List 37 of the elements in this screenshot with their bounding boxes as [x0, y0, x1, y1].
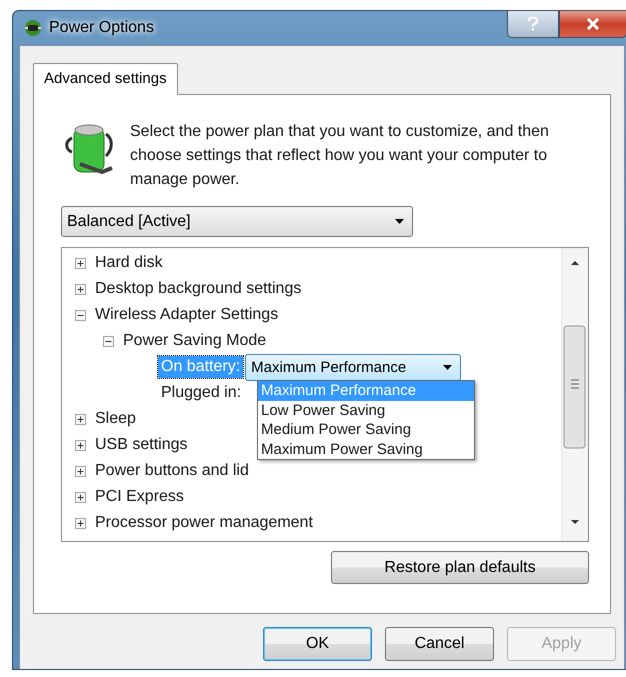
close-button[interactable] — [559, 10, 626, 38]
dropdown-arrow-icon — [443, 364, 452, 370]
expand-icon[interactable] — [75, 258, 86, 268]
dialog-button[interactable]: Cancel — [385, 627, 494, 661]
expand-icon[interactable] — [75, 414, 86, 424]
tree-item[interactable]: Wireless Adapter Settings — [95, 306, 278, 324]
tab[interactable]: Advanced settings — [33, 63, 178, 95]
collapse-icon[interactable] — [103, 336, 114, 346]
dropdown-arrow-icon — [395, 219, 404, 224]
setting-label[interactable]: Plugged in: — [158, 382, 244, 404]
intro-text: Select the power plan that you want to customize, and then choose settings that reflect how you want your computer to manage power. — [130, 122, 550, 190]
expand-icon[interactable] — [75, 492, 86, 502]
collapse-icon[interactable] — [75, 310, 86, 320]
dropdown-option[interactable]: Medium Power Saving — [258, 420, 474, 440]
tree-item[interactable]: Hard disk — [95, 254, 163, 272]
expand-icon[interactable] — [75, 440, 86, 450]
tree-item[interactable]: USB settings — [95, 436, 188, 454]
expand-icon[interactable] — [75, 466, 86, 476]
setting-dropdown[interactable]: Maximum Performance — [245, 354, 462, 380]
tree-item[interactable]: PCI Express — [95, 488, 184, 506]
tree-item[interactable]: Desktop background settings — [95, 280, 302, 298]
window-title: Power Options — [49, 19, 154, 37]
help-icon — [527, 17, 539, 31]
scrollbar[interactable] — [561, 248, 588, 541]
dropdown-option[interactable]: Low Power Saving — [258, 400, 474, 420]
restore-defaults-button[interactable]: Restore plan defaults — [331, 551, 589, 584]
help-button[interactable] — [507, 10, 559, 38]
tree-item[interactable]: Processor power management — [95, 514, 313, 532]
tree-item[interactable]: Power Saving Mode — [123, 332, 266, 350]
power-plan-dropdown[interactable]: Balanced [Active] — [61, 206, 413, 237]
dialog-button[interactable]: OK — [263, 627, 372, 661]
dropdown-option[interactable]: Maximum Power Saving — [258, 440, 474, 459]
expand-icon[interactable] — [75, 284, 86, 294]
expand-icon[interactable] — [75, 518, 86, 528]
close-icon — [586, 18, 600, 30]
tree-item[interactable]: Sleep — [95, 410, 136, 428]
tree-item[interactable]: Power buttons and lid — [95, 462, 249, 480]
